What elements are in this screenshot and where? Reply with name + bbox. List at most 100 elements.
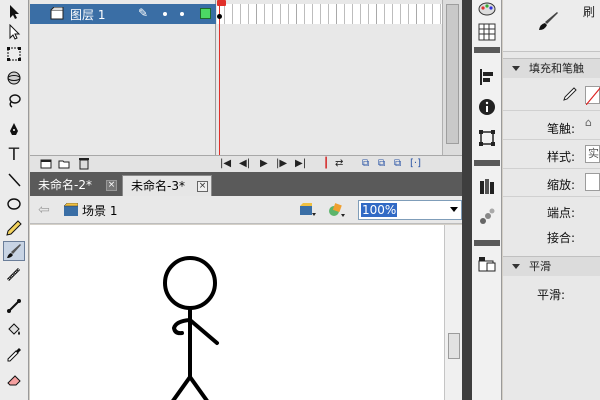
scene-label[interactable]: 场景 1 — [82, 202, 117, 219]
next-frame-button[interactable]: |▶ — [276, 157, 287, 171]
close-icon[interactable]: × — [106, 180, 117, 191]
info-icon[interactable] — [478, 98, 496, 116]
panel-icon-dock — [472, 0, 502, 400]
layer-list: 图层 1 ✎ — [30, 0, 216, 155]
free-transform-icon[interactable] — [3, 44, 25, 64]
layer-name: 图层 1 — [70, 8, 106, 22]
stroke-color-icon[interactable] — [561, 87, 577, 103]
row-divider — [503, 196, 600, 197]
close-icon[interactable]: × — [197, 181, 208, 192]
flash-workspace: T 图层 1 ✎ |◀ ◀| ▶ |▶ ▶| ┃ ⇄ ⧉ ⧉ ⧉ [·] 未命名… — [0, 0, 600, 400]
zoom-select[interactable]: 100% — [358, 200, 462, 220]
edit-bar: ⇦ 场景 1 100% — [30, 196, 462, 224]
join-label: 接合: — [547, 231, 576, 245]
document-tabs: 未命名-2* × 未命名-3* × — [30, 172, 462, 196]
first-frame-button[interactable]: |◀ — [220, 157, 231, 171]
pen-icon[interactable] — [3, 120, 25, 140]
zoom-value[interactable]: 100% — [361, 203, 398, 217]
color-palette-icon[interactable] — [478, 0, 496, 18]
library-icon[interactable] — [478, 178, 496, 196]
subselection-arrow-icon[interactable] — [3, 22, 25, 42]
edit-multiple-frames-button[interactable]: ⧉ — [394, 157, 401, 171]
smoothing-label: 平滑: — [537, 288, 566, 302]
lasso-icon[interactable] — [3, 91, 25, 111]
stroke-slider-icon[interactable]: ⌂ — [585, 116, 592, 129]
section-title: 填充和笔触 — [529, 62, 584, 75]
timeline-panel: 图层 1 ✎ |◀ ◀| ▶ |▶ ▶| ┃ ⇄ ⧉ ⧉ ⧉ [·] — [30, 0, 462, 172]
modify-onion-markers-button[interactable]: [·] — [410, 157, 421, 171]
dock-separator — [474, 160, 500, 166]
stroke-label: 笔触: — [547, 122, 576, 136]
deco-icon[interactable] — [3, 265, 25, 285]
brush-icon — [539, 12, 558, 30]
section-smoothing[interactable]: 平滑 — [503, 256, 600, 276]
frame-cells-five-markers — [217, 4, 462, 24]
components-icon[interactable] — [478, 208, 496, 226]
props-header: 刷 — [503, 0, 600, 52]
selection-arrow-icon[interactable] — [3, 2, 25, 22]
visibility-dot[interactable] — [163, 12, 167, 16]
timeline-scrollbar[interactable] — [442, 0, 462, 155]
onion-skin-outlines-button[interactable]: ⧉ — [378, 157, 385, 171]
pencil-icon: ✎ — [138, 6, 149, 20]
stage-vertical-scrollbar[interactable] — [444, 225, 462, 400]
frame-area[interactable] — [217, 0, 462, 172]
chevron-down-icon — [512, 264, 520, 269]
transform-icon[interactable] — [478, 129, 496, 147]
stick-figure-drawing[interactable] — [30, 225, 444, 400]
new-layer-icon[interactable] — [40, 158, 52, 170]
timeline-controls-bar: |◀ ◀| ▶ |▶ ▶| ┃ ⇄ ⧉ ⧉ ⧉ [·] — [30, 155, 462, 172]
panel-divider[interactable] — [462, 0, 472, 400]
section-fill-stroke[interactable]: 填充和笔触 — [503, 58, 600, 78]
last-frame-button[interactable]: ▶| — [295, 157, 306, 171]
dock-separator — [474, 240, 500, 246]
new-folder-icon[interactable] — [58, 158, 70, 170]
delete-layer-icon[interactable] — [78, 157, 90, 170]
pencil-icon[interactable] — [3, 218, 25, 238]
outline-color-box[interactable] — [200, 8, 211, 19]
chevron-down-icon[interactable] — [450, 207, 458, 212]
bone-icon[interactable] — [3, 296, 25, 316]
playhead[interactable] — [217, 0, 226, 172]
lock-dot[interactable] — [180, 12, 184, 16]
row-divider — [503, 139, 600, 140]
eraser-icon[interactable] — [3, 370, 25, 390]
stage-scroll-thumb[interactable] — [448, 333, 460, 359]
onion-skin-button[interactable]: ⧉ — [362, 157, 369, 171]
line-tool-icon[interactable] — [3, 170, 25, 190]
playhead-handle[interactable] — [217, 0, 226, 6]
edit-scene-icon[interactable] — [300, 202, 316, 217]
play-button[interactable]: ▶ — [260, 157, 268, 171]
align-icon[interactable] — [478, 68, 496, 86]
keyframe-dot[interactable] — [217, 14, 222, 19]
tab-untitled-3[interactable]: 未命名-3* × — [122, 175, 212, 196]
scale-select[interactable] — [585, 173, 600, 191]
style-select[interactable]: 实 — [585, 145, 600, 163]
row-divider — [503, 168, 600, 169]
back-arrow-icon[interactable]: ⇦ — [38, 202, 50, 218]
center-frame-button[interactable]: ┃ — [323, 157, 329, 171]
timeline-scroll-thumb[interactable] — [446, 4, 459, 144]
dock-separator — [474, 47, 500, 53]
eyedropper-icon[interactable] — [3, 345, 25, 365]
stage-canvas[interactable] — [30, 225, 444, 400]
tab-label: 未命名-2* — [38, 178, 92, 192]
scene-icon — [64, 203, 78, 216]
text-tool-icon[interactable]: T — [3, 145, 25, 165]
tab-label: 未命名-3* — [131, 179, 185, 193]
3d-rotation-icon[interactable] — [3, 68, 25, 88]
oval-tool-icon[interactable] — [3, 194, 25, 214]
loop-button[interactable]: ⇄ — [335, 157, 343, 171]
movie-explorer-icon[interactable] — [478, 255, 496, 273]
swatches-icon[interactable] — [478, 23, 496, 41]
edit-symbols-icon[interactable] — [328, 201, 346, 218]
style-label: 样式: — [547, 150, 576, 164]
tab-untitled-2[interactable]: 未命名-2* × — [30, 175, 120, 196]
prev-frame-button[interactable]: ◀| — [239, 157, 250, 171]
tool-title: 刷 — [583, 5, 596, 19]
paint-bucket-icon[interactable] — [3, 320, 25, 340]
tools-panel: T — [0, 0, 29, 400]
brush-icon[interactable] — [3, 241, 25, 261]
stroke-color-swatch[interactable] — [585, 86, 600, 106]
layer-row-1[interactable]: 图层 1 ✎ — [30, 4, 216, 24]
